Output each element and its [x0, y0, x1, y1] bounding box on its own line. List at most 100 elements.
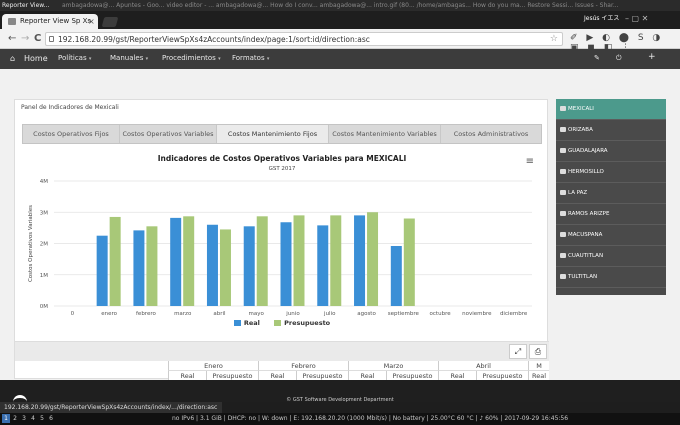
print-button[interactable]: ⎙ [529, 344, 547, 359]
window-controls[interactable]: – ▢ ✕ [625, 14, 648, 23]
indicators-panel: Panel de Indicadores de Mexicali Costos … [14, 99, 549, 381]
panel-title: Panel de Indicadores de Mexicali [21, 104, 119, 111]
sidebar-item-label: ORIZABA [568, 127, 593, 133]
chart-container: 0M 1M 2M 3M 4M Costos Operativos Variables 0 en… [22, 148, 542, 338]
sidebar-item-label: CUAUTITLAN [568, 253, 604, 259]
x-tick-label: diciembre [500, 311, 528, 317]
info-icon[interactable] [49, 36, 54, 42]
nav-home[interactable]: Home [24, 54, 48, 63]
legend-item-presupuesto[interactable]: Presupuesto [274, 319, 330, 327]
tab-costos-administrativos[interactable]: Costos Administrativos [441, 125, 541, 143]
chart-title: Indicadores de Costos Operativos Variabl… [157, 154, 407, 163]
home-icon [560, 211, 566, 216]
tab-costos-operativos-fijos[interactable]: Costos Operativos Fijos [23, 125, 120, 143]
sidebar-item-label: MACUSPANA [568, 232, 603, 238]
sidebar-item-cuautitlan[interactable]: CUAUTITLAN [556, 246, 666, 267]
table-header-month: Febrero [258, 361, 348, 371]
x-tick-label: agosto [357, 311, 376, 317]
bar-presupuesto-agosto [367, 212, 379, 306]
bar-presupuesto-marzo [183, 216, 195, 306]
x-tick-label: septiembre [388, 311, 420, 317]
workspace-4[interactable]: 4 [29, 414, 37, 423]
back-arrow-icon[interactable]: ← [8, 33, 16, 44]
bar-real-julio [317, 225, 329, 306]
sidebar-item-macuspana[interactable]: MACUSPANA [556, 225, 666, 246]
nav-manuales[interactable]: Manuales ▾ [110, 54, 148, 62]
sidebar-item-label: TULTITLAN [568, 274, 598, 280]
city-sidebar: MEXICALI ORIZABA GUADALAJARA HERMOSILLO LA P… [556, 99, 666, 295]
home-icon [560, 148, 566, 153]
workspace-1[interactable]: 1 [2, 414, 10, 423]
reload-icon[interactable]: C [34, 33, 41, 44]
scroll-top-icon[interactable] [13, 395, 27, 402]
legend-label: Real [243, 319, 260, 327]
nav-procedimientos[interactable]: Procedimientos ▾ [162, 54, 221, 62]
chart-subtitle: GST 2017 [268, 166, 296, 172]
add-icon[interactable]: + [648, 52, 656, 62]
y-tick-label: 1M [40, 273, 48, 279]
tab-close-icon[interactable]: × [88, 17, 95, 26]
home-icon [560, 190, 566, 195]
url-text: 192.168.20.99/gst/ReporterViewSpXs4zAcco… [58, 35, 370, 44]
os-top-bar: Reporter View... ambagadowa@... Apuntes … [0, 0, 680, 11]
expand-button[interactable]: ⤢ [509, 344, 527, 359]
page-content: Panel de Indicadores de Mexicali Costos … [0, 69, 680, 381]
page-icon [8, 18, 16, 25]
bar-real-febrero [133, 230, 145, 306]
home-icon[interactable]: ⌂ [10, 54, 15, 63]
y-tick-label: 4M [40, 179, 48, 185]
x-tick-label: noviembre [462, 311, 492, 317]
sidebar-item-guadalajara[interactable]: GUADALAJARA [556, 141, 666, 162]
bookmark-star-icon[interactable]: ☆ [550, 34, 558, 44]
nav-label: Formatos [232, 54, 265, 62]
forward-arrow-icon[interactable]: → [21, 33, 29, 44]
bar-chart: 0M 1M 2M 3M 4M Costos Operativos Variables 0 en… [28, 179, 532, 317]
nav-formatos[interactable]: Formatos ▾ [232, 54, 269, 62]
bar-real-mayo [243, 226, 255, 306]
tab-costos-mantenimiento-fijos[interactable]: Costos Mantenimiento Fijos [217, 125, 329, 143]
power-icon[interactable]: ⏻ [616, 54, 622, 63]
browser-toolbar: ← → C 192.168.20.99/gst/ReporterViewSpXs… [0, 29, 680, 53]
browser-user-badge[interactable]: Jesús イエス [584, 13, 619, 22]
workspace-3[interactable]: 3 [20, 414, 28, 423]
legend-swatch [274, 320, 282, 326]
chevron-down-icon: ▾ [88, 56, 92, 62]
bar-real-marzo [170, 217, 182, 306]
address-bar[interactable]: 192.168.20.99/gst/ReporterViewSpXs4zAcco… [45, 32, 563, 46]
sidebar-item-orizaba[interactable]: ORIZABA [556, 120, 666, 141]
bar-real-abril [206, 224, 218, 306]
new-tab-button[interactable] [101, 17, 119, 27]
nav-politicas[interactable]: Políticas ▾ [58, 54, 91, 62]
legend-item-real[interactable]: Real [233, 319, 260, 327]
browser-tab[interactable]: Reporter View Sp Xs × [2, 14, 98, 29]
sidebar-item-la-paz[interactable]: LA PAZ [556, 183, 666, 204]
sidebar-item-tultitlan[interactable]: TULTITLAN [556, 267, 666, 288]
y-tick-label: 2M [40, 242, 48, 248]
nav-label: Manuales [110, 54, 144, 62]
workspace-6[interactable]: 6 [47, 414, 55, 423]
home-icon [560, 106, 566, 111]
sidebar-item-label: MEXICALI [568, 106, 594, 112]
data-table: Enero Febrero Marzo Abril M Real Presupu… [168, 361, 549, 381]
os-window-list[interactable]: ambagadowa@... Apuntes - Goo... video ed… [62, 2, 619, 9]
sidebar-item-hermosillo[interactable]: HERMOSILLO [556, 162, 666, 183]
table-header-month: Abril [438, 361, 528, 371]
x-tick-label: octubre [430, 311, 452, 317]
workspace-2[interactable]: 2 [11, 414, 19, 423]
x-tick-label: marzo [174, 311, 192, 317]
workspace-5[interactable]: 5 [38, 414, 46, 423]
sidebar-item-mexicali[interactable]: MEXICALI [556, 99, 666, 120]
tab-costos-operativos-variables[interactable]: Costos Operativos Variables [120, 125, 217, 143]
sidebar-item-ramos-arizpe[interactable]: RAMOS ARIZPE [556, 204, 666, 225]
nav-label: Procedimientos [162, 54, 216, 62]
chart-menu-icon[interactable]: ≡ [526, 156, 534, 167]
tab-costos-mantenimiento-variables[interactable]: Costos Mantenimiento Variables [329, 125, 441, 143]
chart-legend: Real Presupuesto [22, 319, 542, 327]
os-window-title[interactable]: Reporter View... [2, 2, 49, 9]
bar-presupuesto-septiembre [403, 218, 415, 306]
edit-icon[interactable]: ✎ [594, 54, 600, 62]
x-tick-label: junio [285, 311, 300, 317]
home-icon [560, 169, 566, 174]
x-tick-label: julio [323, 311, 336, 317]
legend-label: Presupuesto [284, 319, 331, 327]
